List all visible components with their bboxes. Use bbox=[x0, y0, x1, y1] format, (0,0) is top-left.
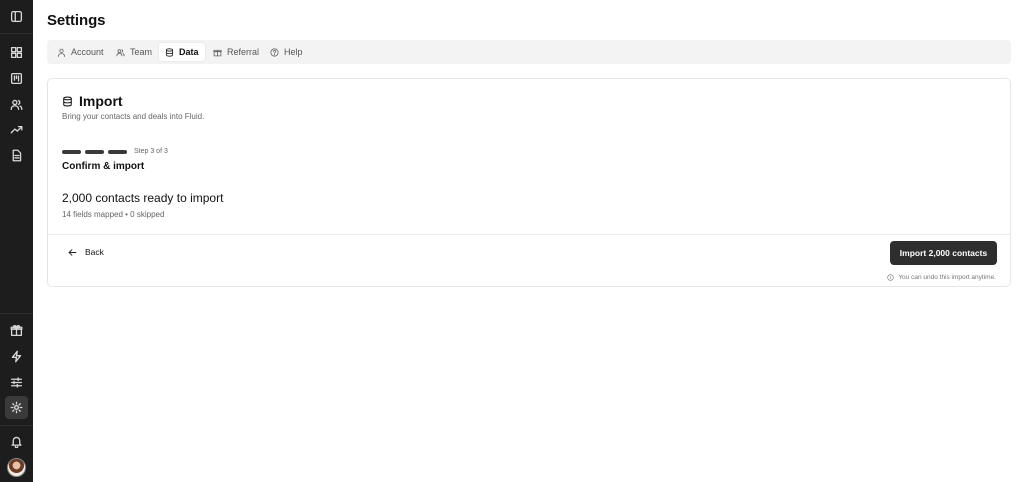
arrow-left-icon bbox=[68, 248, 77, 256]
database-icon bbox=[63, 95, 72, 107]
tab-label: Team bbox=[130, 47, 153, 57]
tab-data[interactable]: Data bbox=[159, 43, 205, 61]
board-icon[interactable] bbox=[7, 69, 26, 88]
contacts-icon[interactable] bbox=[7, 95, 26, 114]
sidebar-divider bbox=[0, 425, 33, 426]
sidebar bbox=[0, 0, 33, 482]
dashboard-icon[interactable] bbox=[7, 43, 26, 62]
tab-referral[interactable]: Referral bbox=[207, 43, 265, 61]
tab-team[interactable]: Team bbox=[110, 43, 158, 61]
import-header: Import bbox=[62, 93, 123, 109]
step-title: Confirm & import bbox=[62, 161, 145, 172]
gift-icon bbox=[213, 49, 222, 56]
sliders-icon[interactable] bbox=[7, 373, 26, 392]
import-button[interactable]: Import 2,000 contacts bbox=[890, 241, 997, 265]
sidebar-toggle-icon[interactable] bbox=[7, 7, 26, 26]
document-icon[interactable] bbox=[7, 146, 26, 165]
import-summary: 2,000 contacts ready to import bbox=[62, 191, 224, 205]
tab-label: Account bbox=[71, 47, 104, 57]
gift-icon[interactable] bbox=[7, 321, 26, 340]
step-bar bbox=[85, 149, 104, 154]
database-icon bbox=[165, 47, 174, 57]
tab-help[interactable]: Help bbox=[264, 43, 309, 61]
trending-icon[interactable] bbox=[7, 120, 26, 139]
tab-label: Referral bbox=[227, 47, 260, 57]
undo-note: You can undo this import anytime. bbox=[887, 274, 996, 281]
help-circle-icon bbox=[270, 47, 279, 57]
user-icon bbox=[57, 48, 66, 57]
avatar[interactable] bbox=[7, 458, 26, 477]
card-divider bbox=[48, 234, 1010, 235]
gear-icon[interactable] bbox=[5, 396, 28, 419]
import-subtitle: Bring your contacts and deals into Fluid… bbox=[62, 112, 205, 121]
tab-label: Data bbox=[179, 47, 199, 57]
tab-label: Help bbox=[284, 47, 303, 57]
page-title: Settings bbox=[47, 12, 106, 29]
users-icon bbox=[116, 48, 125, 56]
step-bar bbox=[108, 149, 127, 154]
step-progress: Step 3 of 3 bbox=[62, 148, 168, 155]
back-button[interactable]: Back bbox=[68, 247, 104, 257]
undo-note-text: You can undo this import anytime. bbox=[898, 274, 996, 281]
step-bar bbox=[62, 149, 81, 154]
lightning-icon[interactable] bbox=[7, 347, 26, 366]
import-title: Import bbox=[79, 93, 123, 109]
step-label: Step 3 of 3 bbox=[134, 148, 168, 155]
settings-tabs: Account Team Data Referral Help bbox=[47, 40, 1011, 64]
sidebar-divider bbox=[0, 33, 33, 34]
back-label: Back bbox=[85, 247, 104, 257]
import-summary-detail: 14 fields mapped • 0 skipped bbox=[62, 210, 165, 219]
bell-icon[interactable] bbox=[7, 432, 26, 451]
tab-account[interactable]: Account bbox=[51, 43, 110, 61]
info-icon bbox=[887, 274, 894, 281]
sidebar-divider bbox=[0, 313, 33, 314]
import-card: Import Bring your contacts and deals int… bbox=[47, 78, 1011, 287]
